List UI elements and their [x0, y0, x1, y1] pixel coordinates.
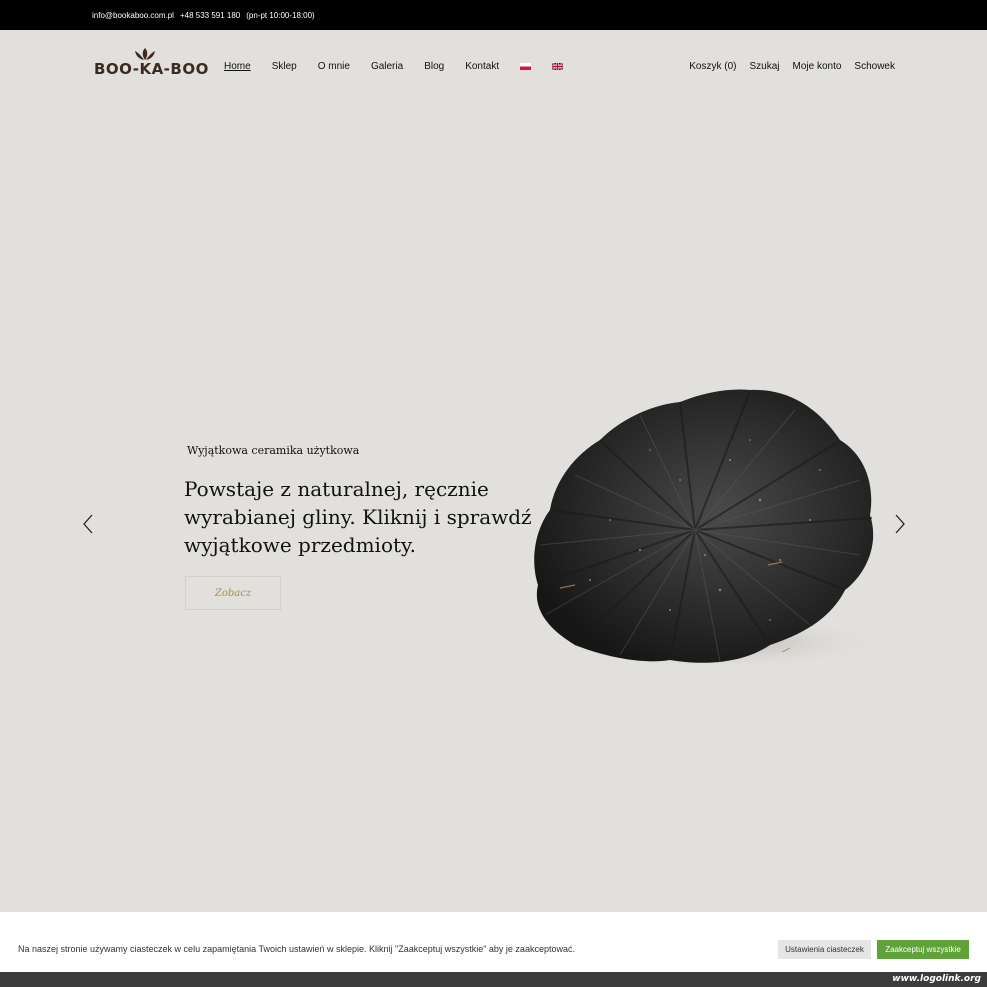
cart-link[interactable]: Koszyk (0) [689, 61, 736, 72]
chevron-left-icon[interactable] [82, 514, 96, 534]
logo-text: BOO-KA-BOO [94, 60, 209, 78]
search-link[interactable]: Szukaj [749, 61, 779, 72]
contact-phone[interactable]: +48 533 591 180 [180, 11, 240, 20]
top-bar: info@bookaboo.com.pl +48 533 591 180 (pn… [0, 0, 987, 30]
nav-item-kontakt[interactable]: Kontakt [465, 61, 499, 72]
nav-item-blog[interactable]: Blog [424, 61, 444, 72]
nav-item-galeria[interactable]: Galeria [371, 61, 403, 72]
lotus-icon [135, 48, 155, 60]
see-more-button[interactable]: Zobacz [185, 576, 281, 610]
flag-gb-icon[interactable] [552, 63, 564, 70]
hero-headline: Powstaje z naturalnej, ręcznie wyrabiane… [184, 477, 532, 557]
flag-pl-icon[interactable] [520, 63, 532, 70]
accept-all-cookies-button[interactable]: Zaakceptuj wszystkie [877, 940, 969, 959]
wishlist-link[interactable]: Schowek [854, 61, 895, 72]
bottom-bar [0, 972, 987, 987]
cookie-settings-button[interactable]: Ustawienia ciasteczek [778, 940, 871, 959]
nav-item-o-mnie[interactable]: O mnie [318, 61, 350, 72]
cookie-message: Na naszej stronie używamy ciasteczek w c… [18, 944, 575, 954]
account-nav: Koszyk (0) Szukaj Moje konto Schowek [689, 61, 895, 72]
cookie-banner: Na naszej stronie używamy ciasteczek w c… [0, 912, 987, 972]
opening-hours: (pn-pt 10:00-18:00) [246, 10, 315, 20]
hero-subtitle: Wyjątkowa ceramika użytkowa [187, 444, 360, 457]
nav-item-home[interactable]: Home [224, 61, 251, 72]
chevron-right-icon[interactable] [892, 514, 906, 534]
account-link[interactable]: Moje konto [793, 61, 842, 72]
main-nav: Home Sklep O mnie Galeria Blog Kontakt [224, 61, 564, 72]
black-ceramic-plate [534, 389, 885, 670]
contact-email[interactable]: info@bookaboo.com.pl [92, 11, 174, 20]
logo[interactable]: BOO-KA-BOO [94, 44, 208, 78]
watermark: www.logolink.org [892, 974, 981, 984]
site-header: BOO-KA-BOO Home Sklep O mnie Galeria Blo… [0, 30, 987, 106]
nav-item-sklep[interactable]: Sklep [272, 61, 297, 72]
